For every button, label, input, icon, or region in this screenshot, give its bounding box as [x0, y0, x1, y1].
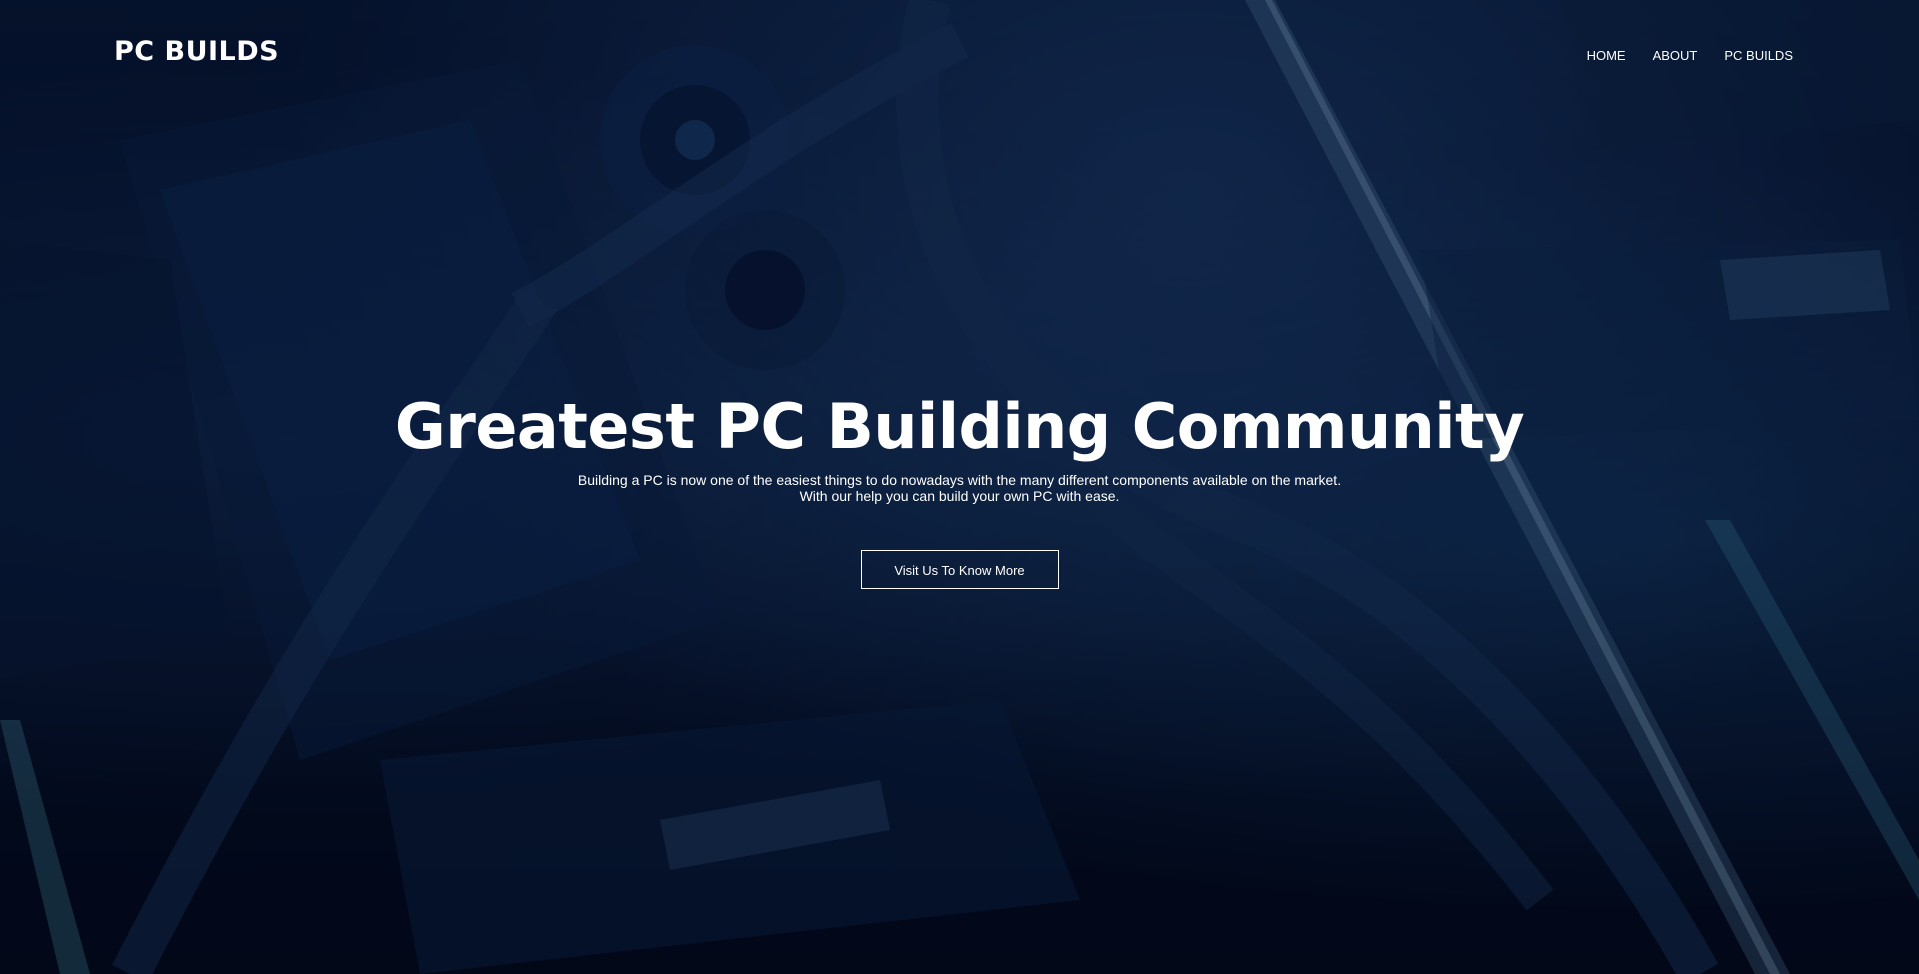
hero-section: PC BUILDS HOME ABOUT PC BUILDS Greatest … [0, 0, 1919, 974]
hero-subtitle-line-2: With our help you can build your own PC … [799, 488, 1120, 504]
hero-subtitle: Building a PC is now one of the easiest … [0, 472, 1919, 504]
nav-links: HOME ABOUT PC BUILDS [1560, 48, 1793, 63]
top-navbar: PC BUILDS HOME ABOUT PC BUILDS [0, 0, 1919, 110]
nav-link-about[interactable]: ABOUT [1653, 48, 1698, 63]
hero-content: Greatest PC Building Community Building … [0, 390, 1919, 589]
site-logo[interactable]: PC BUILDS [114, 36, 279, 67]
hero-title: Greatest PC Building Community [394, 390, 1525, 463]
visit-us-button[interactable]: Visit Us To Know More [860, 550, 1059, 589]
nav-link-pc-builds[interactable]: PC BUILDS [1724, 48, 1793, 63]
nav-link-home[interactable]: HOME [1587, 48, 1626, 63]
hero-subtitle-line-1: Building a PC is now one of the easiest … [577, 472, 1342, 488]
